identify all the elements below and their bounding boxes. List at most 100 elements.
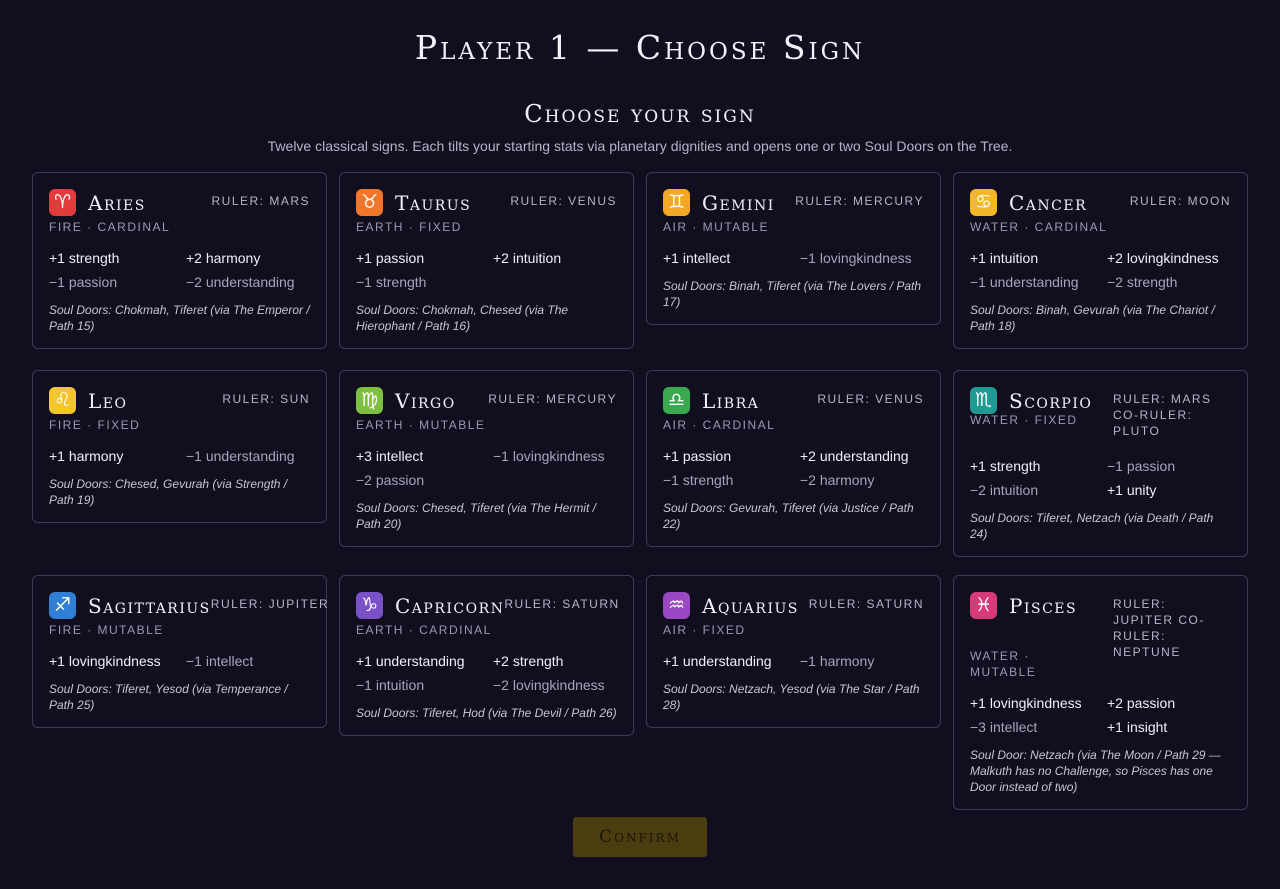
stat-modifier: +1 understanding (663, 653, 772, 669)
sign-name: Libra (702, 388, 760, 413)
sign-name: Aries (88, 190, 146, 215)
stat-modifier: −1 harmony (800, 653, 875, 669)
stat-modifier: −1 passion (49, 274, 118, 290)
sign-card-header: ♍ Virgo Ruler: Mercury (356, 387, 617, 414)
sign-title-group: ♍ Virgo (356, 387, 456, 414)
sign-stats: +1 lovingkindness +2 passion −3 intellect +… (970, 694, 1231, 736)
capricorn-icon: ♑ (356, 592, 383, 619)
sign-ruler: Ruler: Sun (222, 392, 310, 406)
sign-stats: +1 harmony −1 understanding (49, 447, 310, 465)
section-title: Choose your sign (524, 100, 756, 128)
sign-card-header: ♋ Cancer Ruler: Moon (970, 189, 1231, 216)
sign-card-virgo[interactable]: ♍ Virgo Ruler: Mercury Earth · Mutable +3 in… (339, 370, 634, 547)
sign-ruler: Ruler: Saturn (504, 597, 620, 611)
sign-ruler: Ruler: Mars co-ruler: Pluto (1113, 392, 1212, 438)
sign-stats: +1 understanding −1 harmony (663, 652, 924, 670)
stat-modifier: −1 understanding (970, 274, 1079, 290)
sign-element: Earth · Mutable (356, 418, 486, 432)
sign-card-cancer[interactable]: ♋ Cancer Ruler: Moon Water · Cardinal +1 int… (953, 172, 1248, 349)
sign-title-group: ♊ Gemini (663, 189, 775, 216)
sign-stats: +1 passion +2 understanding −1 strength −2 … (663, 447, 924, 489)
stat-modifier: +1 understanding (356, 653, 465, 669)
sign-card-sagittarius[interactable]: ♐ Sagittarius Ruler: Jupiter Fire · Mutable… (32, 575, 328, 728)
sign-title-group: ♒ Aquarius (663, 592, 799, 619)
sign-name: Leo (88, 388, 128, 413)
aquarius-icon: ♒ (663, 592, 690, 619)
stat-modifier: −2 intuition (970, 482, 1039, 498)
sign-stats: +1 understanding +2 strength −1 intuition −… (356, 652, 617, 694)
sign-card-header: ♈ Aries Ruler: Mars (49, 189, 310, 216)
sign-card-aquarius[interactable]: ♒ Aquarius Ruler: Saturn Air · Fixed +1 unde… (646, 575, 941, 728)
stat-modifier: −1 lovingkindness (800, 250, 912, 266)
sign-title-group: ♑ Capricorn (356, 592, 504, 619)
sign-card-capricorn[interactable]: ♑ Capricorn Ruler: Saturn Earth · Cardinal +… (339, 575, 634, 736)
stat-modifier: +1 strength (49, 250, 120, 266)
aries-icon: ♈ (49, 189, 76, 216)
stat-modifier: +2 harmony (186, 250, 261, 266)
cancer-icon: ♋ (970, 189, 997, 216)
sign-element: Water · Mutable (970, 649, 1037, 679)
stat-modifier: −1 strength (356, 274, 427, 290)
sign-card-aries[interactable]: ♈ Aries Ruler: Mars Fire · Cardinal +1 stren… (32, 172, 327, 349)
stat-modifier: +1 intuition (970, 250, 1039, 266)
stat-modifier: −3 intellect (970, 719, 1038, 735)
sagittarius-icon: ♐ (49, 592, 76, 619)
sign-element: Air · Fixed (663, 623, 746, 637)
soul-doors: Soul Doors: Chesed, Tiferet (via The Her… (356, 501, 596, 531)
sign-card-taurus[interactable]: ♉ Taurus Ruler: Venus Earth · Fixed +1 passi… (339, 172, 634, 349)
sign-name: Sagittarius (88, 593, 211, 618)
sign-name: Pisces (1009, 593, 1078, 618)
stat-modifier: −1 strength (663, 472, 734, 488)
stat-modifier: +1 lovingkindness (49, 653, 161, 669)
stat-modifier: +1 unity (1107, 482, 1157, 498)
sign-name: Virgo (395, 388, 456, 413)
stat-modifier: −1 intuition (356, 677, 425, 693)
sign-title-group: ♉ Taurus (356, 189, 471, 216)
libra-icon: ♎ (663, 387, 690, 414)
soul-doors: Soul Doors: Chokmah, Chesed (via The Hie… (356, 303, 569, 333)
sign-card-header: ♒ Aquarius Ruler: Saturn (663, 592, 924, 619)
soul-doors: Soul Doors: Tiferet, Netzach (via Death … (970, 511, 1214, 541)
sign-ruler: Ruler: Jupiter co-ruler: Neptune (1113, 597, 1205, 659)
sign-card-header: ♉ Taurus Ruler: Venus (356, 189, 617, 216)
sign-stats: +1 intuition +2 lovingkindness −1 understa… (970, 249, 1231, 291)
confirm-button[interactable]: Confirm (573, 817, 707, 857)
soul-doors: Soul Doors: Binah, Tiferet (via The Love… (663, 279, 922, 309)
stat-modifier: +3 intellect (356, 448, 424, 464)
sign-stats: +3 intellect −1 lovingkindness −2 passion (356, 447, 617, 489)
soul-doors: Soul Doors: Binah, Gevurah (via The Char… (970, 303, 1215, 333)
stat-modifier: −2 understanding (186, 274, 295, 290)
sign-name: Cancer (1009, 190, 1088, 215)
sign-name: Gemini (702, 190, 775, 215)
sign-ruler: Ruler: Venus (817, 392, 924, 406)
sign-card-scorpio[interactable]: ♏ Scorpio Ruler: Mars co-ruler: Pluto Water… (953, 370, 1248, 557)
virgo-icon: ♍ (356, 387, 383, 414)
sign-title-group: ♐ Sagittarius (49, 592, 211, 619)
scorpio-icon: ♏ (970, 387, 997, 414)
sign-card-header: ♌ Leo Ruler: Sun (49, 387, 310, 414)
sign-ruler: Ruler: Moon (1129, 194, 1231, 208)
sign-card-pisces[interactable]: ♓ Pisces Ruler: Jupiter co-ruler: Neptune W… (953, 575, 1248, 810)
sign-title-group: ♎ Libra (663, 387, 759, 414)
sign-title-group: ♋ Cancer (970, 189, 1087, 216)
sign-card-leo[interactable]: ♌ Leo Ruler: Sun Fire · Fixed +1 harmony −1 u… (32, 370, 327, 523)
sign-ruler: Ruler: Mercury (795, 194, 924, 208)
stat-modifier: −2 passion (356, 472, 425, 488)
sign-card-gemini[interactable]: ♊ Gemini Ruler: Mercury Air · Mutable +1 int… (646, 172, 941, 325)
soul-doors: Soul Doors: Chesed, Gevurah (via Strengt… (49, 477, 288, 507)
soul-doors: Soul Doors: Chokmah, Tiferet (via The Em… (49, 303, 310, 333)
leo-icon: ♌ (49, 387, 76, 414)
stat-modifier: −2 lovingkindness (493, 677, 605, 693)
sign-element: Earth · Cardinal (356, 623, 492, 637)
sign-card-header: ♎ Libra Ruler: Venus (663, 387, 924, 414)
gemini-icon: ♊ (663, 189, 690, 216)
sign-name: Aquarius (702, 593, 799, 618)
sign-ruler: Ruler: Venus (510, 194, 617, 208)
sign-card-libra[interactable]: ♎ Libra Ruler: Venus Air · Cardinal +1 passi… (646, 370, 941, 547)
sign-name: Capricorn (395, 593, 505, 618)
stat-modifier: +1 harmony (49, 448, 124, 464)
sign-element: Earth · Fixed (356, 220, 462, 234)
stat-modifier: +1 intellect (663, 250, 731, 266)
sign-element: Fire · Cardinal (49, 220, 171, 234)
soul-doors: Soul Doors: Tiferet, Yesod (via Temperan… (49, 682, 288, 712)
